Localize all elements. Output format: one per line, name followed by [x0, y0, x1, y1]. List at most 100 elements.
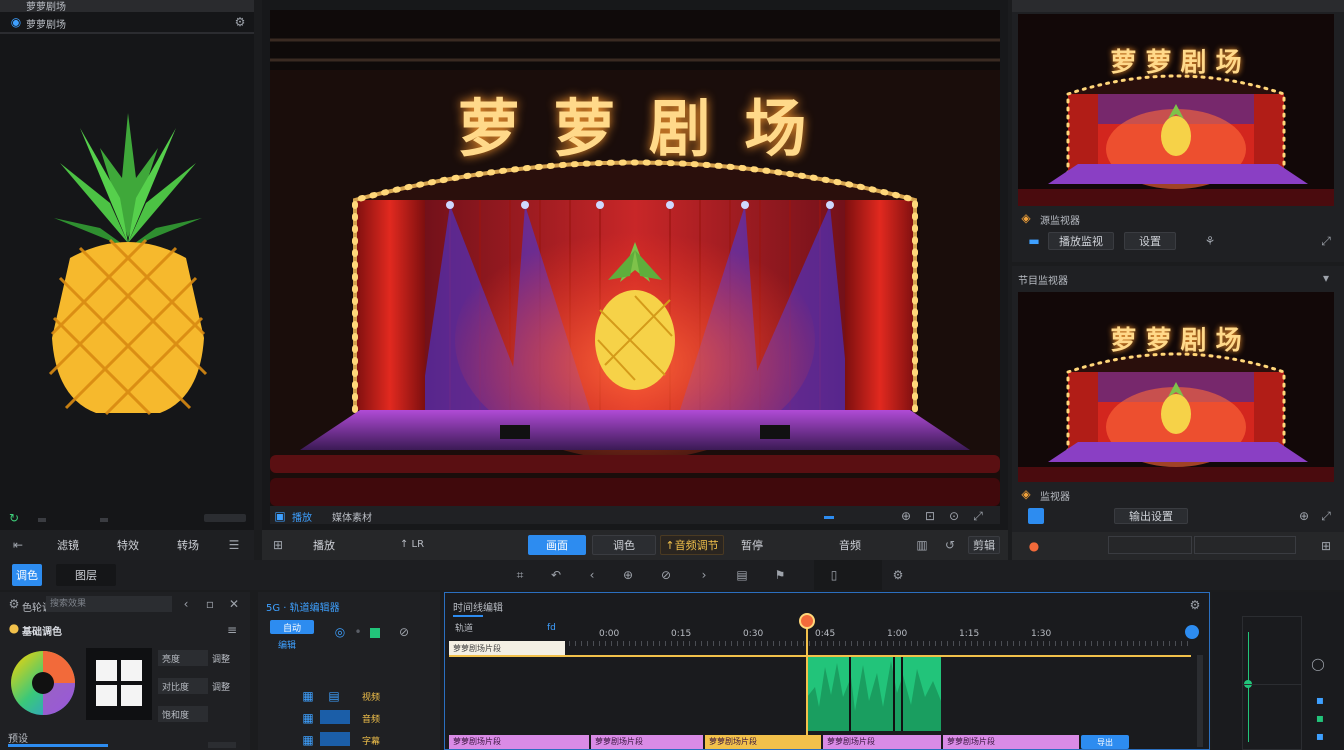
- list-icon[interactable]: ☰: [226, 537, 242, 553]
- audio-track-button[interactable]: [320, 710, 350, 724]
- program-mode-button[interactable]: [1028, 508, 1044, 524]
- effect-search-input[interactable]: 搜索效果: [46, 596, 172, 612]
- pause-control-button[interactable]: 暂停: [734, 536, 770, 554]
- timeline-scroll-h-knob[interactable]: [1185, 625, 1199, 639]
- mini-icon-3[interactable]: ▪: [1312, 728, 1328, 744]
- subtitle-track-icon[interactable]: ▦: [300, 732, 316, 748]
- back-icon[interactable]: ⇤: [10, 537, 26, 553]
- left-zoom-slider[interactable]: [204, 514, 246, 522]
- preset-slider-track[interactable]: [8, 744, 108, 747]
- video-track-icon[interactable]: ▦: [300, 688, 316, 704]
- refresh-icon[interactable]: ↻: [6, 510, 22, 526]
- mini-icon-2[interactable]: ▪: [1312, 710, 1328, 726]
- next-icon[interactable]: ›: [696, 567, 712, 583]
- program-timecode-field[interactable]: [1108, 536, 1192, 554]
- media-icon[interactable]: ▣: [272, 508, 288, 524]
- video-track-icon-2[interactable]: ▤: [326, 688, 342, 704]
- app-logo-icon: ◉: [10, 15, 22, 29]
- track-lock-icon[interactable]: ⊘: [396, 624, 412, 640]
- ruler-tick: [1115, 641, 1116, 646]
- zoom-icon[interactable]: ⊕: [898, 508, 914, 524]
- prev-icon[interactable]: ‹: [584, 567, 600, 583]
- basic-color-menu-icon[interactable]: ≡: [224, 622, 240, 638]
- left-tab-1[interactable]: 萝萝剧场: [26, 0, 66, 13]
- pin-icon[interactable]: ▫: [202, 596, 218, 612]
- fullscreen-icon[interactable]: ⤢: [970, 508, 986, 524]
- layer-panel-tab[interactable]: 图层: [56, 564, 116, 586]
- audio-track-icon[interactable]: ▦: [300, 710, 316, 726]
- timeline-settings-icon[interactable]: ⚙: [1187, 597, 1203, 613]
- grid-icon[interactable]: ⊞: [270, 537, 286, 553]
- track-target-icon[interactable]: ◎: [332, 624, 348, 640]
- audio-button[interactable]: 音频: [832, 536, 868, 554]
- track-dot-icon[interactable]: •: [350, 624, 366, 640]
- audio-adjust-tab[interactable]: ↑音频调节: [660, 535, 724, 555]
- transition-button[interactable]: 转场: [168, 536, 208, 554]
- clip-pink-1[interactable]: 萝萝剧场片段: [449, 735, 589, 749]
- source-play-icon[interactable]: ▬: [1026, 233, 1042, 249]
- track-green-toggle[interactable]: [370, 628, 380, 638]
- source-expand-icon[interactable]: ⤢: [1318, 233, 1334, 249]
- ruler-tick: [737, 641, 738, 646]
- source-settings-button[interactable]: 设置: [1124, 232, 1176, 250]
- ruler-label: 1:00: [887, 629, 908, 639]
- frame-icon[interactable]: ▯: [826, 567, 842, 583]
- color-tab[interactable]: 调色: [592, 535, 656, 555]
- marker-icon[interactable]: ⚑: [772, 567, 788, 583]
- link-icon[interactable]: ⊘: [658, 567, 674, 583]
- program-menu-icon[interactable]: ▾: [1318, 270, 1334, 286]
- program-grid-icon[interactable]: ⊞: [1318, 538, 1334, 554]
- split-icon[interactable]: ⌗: [512, 567, 528, 583]
- ruler-tick: [1175, 641, 1176, 646]
- record-icon[interactable]: ●: [1026, 538, 1042, 554]
- left-tab-2[interactable]: 萝萝剧场: [26, 16, 66, 31]
- snap-icon[interactable]: ⚙: [890, 567, 906, 583]
- clip-icon[interactable]: ▤: [734, 567, 750, 583]
- settings-icon[interactable]: ⚙: [232, 14, 248, 30]
- playhead-line[interactable]: [806, 621, 808, 749]
- close-panel-icon[interactable]: ✕: [226, 596, 242, 612]
- layout-icon[interactable]: ▥: [914, 537, 930, 553]
- left-scrollbar[interactable]: [38, 518, 46, 522]
- color-panel-tab[interactable]: 调色: [12, 564, 42, 586]
- preview-frame: 萝 萝 剧 场 ▣ 播放 媒体素材 ⊕ ⊡ ⊙ ⤢: [262, 0, 1008, 530]
- subtitle-track-button[interactable]: [320, 732, 350, 746]
- preview-tab-label-2[interactable]: 媒体素材: [332, 509, 372, 524]
- program-fullscreen-icon[interactable]: ⤢: [1318, 508, 1334, 524]
- clip-pink-4[interactable]: 萝萝剧场片段: [943, 735, 1079, 749]
- picture-tab[interactable]: 画面: [528, 535, 586, 555]
- zoom-in-icon[interactable]: ⊕: [620, 567, 636, 583]
- left-scrollbar-2[interactable]: [100, 518, 108, 522]
- playhead-icon[interactable]: [799, 613, 815, 629]
- source-link-icon[interactable]: ⚘: [1202, 233, 1218, 249]
- play-control-button[interactable]: 播放: [306, 536, 342, 554]
- mini-icon-1[interactable]: ▪: [1312, 692, 1328, 708]
- program-output-button[interactable]: 输出设置: [1114, 508, 1188, 524]
- filter-button[interactable]: 滤镜: [48, 536, 88, 554]
- preview-tab-label[interactable]: 播放: [292, 509, 312, 524]
- ruler-tick: [731, 641, 732, 646]
- timeline-scroll-v[interactable]: [1197, 655, 1203, 747]
- effect-button[interactable]: 特效: [108, 536, 148, 554]
- color-wheel-icon[interactable]: [10, 650, 76, 716]
- edit-control-button[interactable]: 剪辑: [968, 536, 1000, 554]
- program-duration-field[interactable]: [1194, 536, 1296, 554]
- auto-badge[interactable]: 自动: [270, 620, 314, 634]
- undo-icon[interactable]: ↶: [548, 567, 564, 583]
- loop-icon[interactable]: ↺: [942, 537, 958, 553]
- mini-circle-icon[interactable]: ◯: [1310, 656, 1326, 672]
- export-badge[interactable]: 导出: [1081, 735, 1129, 749]
- ruler-tick: [1007, 641, 1008, 646]
- clip-pink-2[interactable]: 萝萝剧场片段: [591, 735, 703, 749]
- snapshot-icon[interactable]: ⊙: [946, 508, 962, 524]
- collapse-icon[interactable]: ‹: [178, 596, 194, 612]
- contrast-label: 对比度: [162, 683, 190, 693]
- audio-waveform[interactable]: [807, 657, 941, 731]
- program-zoom-icon[interactable]: ⊕: [1296, 508, 1312, 524]
- clip-yellow[interactable]: 萝萝剧场片段: [705, 735, 821, 749]
- ruler-tick: [1061, 641, 1062, 646]
- source-play-button[interactable]: 播放监视: [1048, 232, 1114, 250]
- ruler-tick: [803, 641, 804, 646]
- clip-pink-3[interactable]: 萝萝剧场片段: [823, 735, 941, 749]
- crop-icon[interactable]: ⊡: [922, 508, 938, 524]
